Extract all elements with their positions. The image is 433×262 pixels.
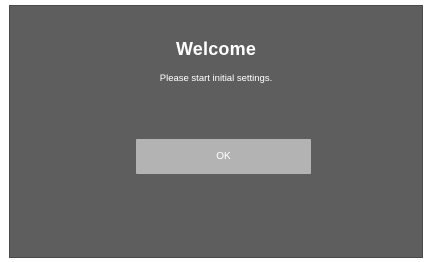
welcome-title: Welcome (175, 39, 257, 59)
ok-button[interactable]: OK (136, 139, 311, 174)
welcome-screen: Welcome Please start initial settings. O… (9, 5, 423, 258)
welcome-message: Please start initial settings. (159, 73, 273, 84)
